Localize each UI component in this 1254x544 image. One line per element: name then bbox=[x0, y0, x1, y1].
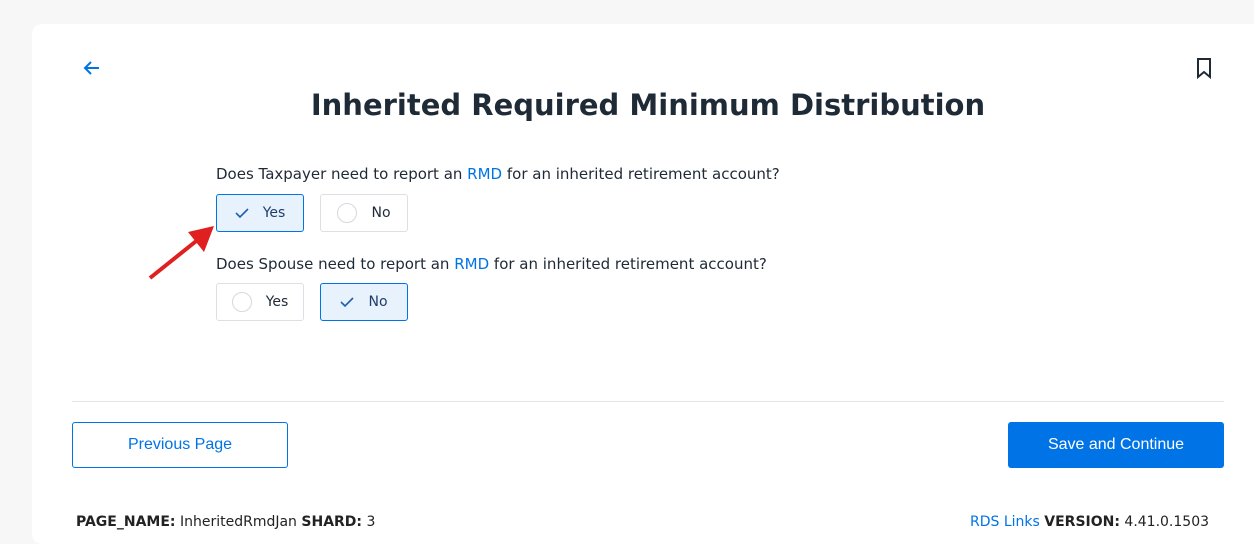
rmd-link[interactable]: RMD bbox=[454, 255, 489, 273]
question-text: for an inherited retirement account? bbox=[489, 255, 767, 273]
footer-version-info: RDS Links VERSION: 4.41.0.1503 bbox=[970, 514, 1210, 530]
main-card: Inherited Required Minimum Distribution … bbox=[32, 24, 1254, 544]
page-title: Inherited Required Minimum Distribution bbox=[310, 88, 986, 122]
back-arrow-icon[interactable] bbox=[80, 56, 104, 80]
bookmark-icon[interactable] bbox=[1192, 56, 1216, 80]
taxpayer-question: Does Taxpayer need to report an RMD for … bbox=[216, 165, 780, 183]
rds-links[interactable]: RDS Links bbox=[970, 514, 1040, 530]
spouse-question: Does Spouse need to report an RMD for an… bbox=[216, 255, 767, 273]
option-label: Yes bbox=[265, 294, 289, 310]
red-arrow-annotation bbox=[148, 226, 214, 280]
save-and-continue-button[interactable]: Save and Continue bbox=[1008, 422, 1224, 468]
radio-icon bbox=[337, 203, 358, 223]
option-label: No bbox=[368, 294, 388, 310]
rmd-link[interactable]: RMD bbox=[467, 165, 502, 183]
divider bbox=[72, 401, 1224, 402]
previous-page-button[interactable]: Previous Page bbox=[72, 422, 288, 468]
check-icon bbox=[235, 208, 249, 219]
question-text: for an inherited retirement account? bbox=[502, 165, 780, 183]
spouse-yes-option[interactable]: Yes bbox=[216, 283, 304, 321]
spouse-no-option[interactable]: No bbox=[320, 283, 408, 321]
question-text: Does Taxpayer need to report an bbox=[216, 165, 468, 183]
option-label: Yes bbox=[262, 205, 286, 221]
footer-page-info: PAGE_NAME: InheritedRmdJan SHARD: 3 bbox=[76, 514, 376, 530]
radio-icon bbox=[231, 292, 252, 312]
question-text: Does Spouse need to report an bbox=[216, 255, 455, 273]
taxpayer-yes-option[interactable]: Yes bbox=[216, 194, 304, 232]
taxpayer-no-option[interactable]: No bbox=[320, 194, 408, 232]
option-label: No bbox=[371, 205, 391, 221]
check-icon bbox=[340, 297, 355, 308]
